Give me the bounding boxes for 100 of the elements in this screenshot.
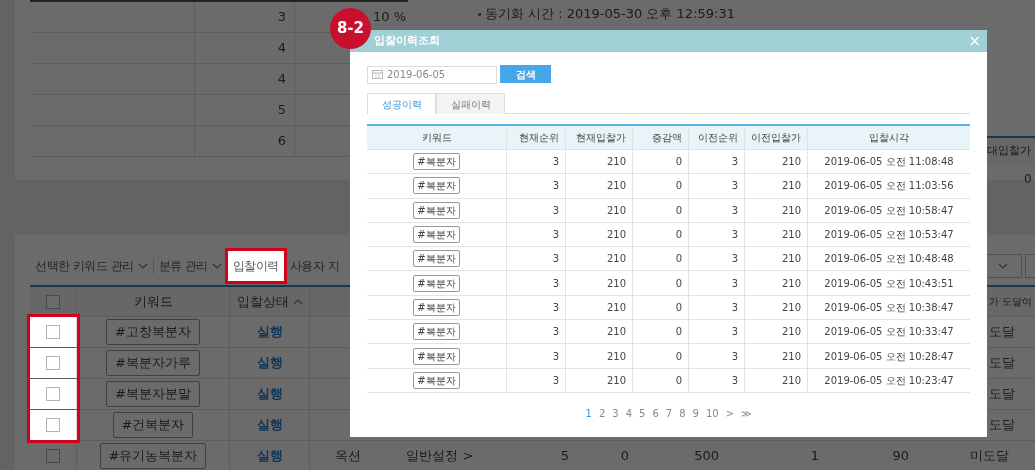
- table-cell-text: 3: [731, 325, 738, 340]
- column-header[interactable]: 입찰상태: [236, 291, 289, 312]
- tab[interactable]: 성공이력: [367, 93, 436, 114]
- table-cell-text: 210: [781, 276, 801, 291]
- keyword-tag[interactable]: #복분자: [413, 201, 460, 219]
- table-cell-text: 0: [675, 349, 682, 364]
- keyword-tag[interactable]: #복분자: [413, 177, 460, 195]
- dropdown-button[interactable]: 분류 관리: [153, 251, 227, 281]
- keyword-tag[interactable]: #건복분자: [112, 412, 194, 438]
- table-cell-text: 3: [731, 228, 738, 243]
- table-cell-text: 210: [781, 373, 801, 388]
- table-cell-text: 210: [606, 276, 626, 291]
- keyword-tag[interactable]: #복분자: [413, 298, 460, 316]
- table-cell-text: 0: [675, 228, 682, 243]
- last-page-link[interactable]: ≫: [741, 405, 752, 421]
- page-link[interactable]: 9: [692, 405, 699, 421]
- tab[interactable]: 실패이력: [436, 93, 505, 114]
- column-header[interactable]: 키워드: [133, 291, 173, 312]
- table-cell-text: 3: [731, 373, 738, 388]
- keyword-tag[interactable]: #복분자: [413, 347, 460, 365]
- select-field[interactable]: [1025, 254, 1035, 278]
- status-link[interactable]: 실행: [256, 353, 283, 373]
- table-cell-text: 5: [277, 101, 286, 120]
- table-cell-text: 2019-06-05 오전 10:38:47: [824, 300, 954, 315]
- setting-link[interactable]: 일반설정 >: [406, 446, 474, 466]
- table-cell-text: 3: [277, 8, 286, 27]
- checkbox[interactable]: [46, 325, 60, 339]
- page-link[interactable]: 3: [612, 405, 619, 421]
- table-cell-text: 도달: [989, 385, 1015, 404]
- status-link[interactable]: 실행: [256, 415, 283, 435]
- checkbox[interactable]: [46, 449, 60, 463]
- page-link[interactable]: 8: [679, 405, 686, 421]
- table-cell-text: 0: [1024, 171, 1032, 188]
- page-link[interactable]: 1: [585, 405, 592, 421]
- highlight-frame: [224, 248, 287, 284]
- page-link[interactable]: 5: [639, 405, 646, 421]
- table-cell-text: 10 %: [372, 8, 406, 27]
- table-cell-text: 0: [675, 373, 682, 388]
- column-header: 이전순위: [698, 131, 738, 145]
- table-cell-text: 3: [552, 228, 559, 243]
- table-cell-text: 0: [675, 203, 682, 218]
- table-cell-text: 210: [781, 300, 801, 315]
- keyword-tag[interactable]: #복분자: [413, 226, 460, 244]
- table-cell-text: 3: [552, 179, 559, 194]
- page-link[interactable]: 4: [625, 405, 632, 421]
- search-button[interactable]: 검색: [500, 65, 551, 83]
- table-cell-text: 3: [552, 252, 559, 267]
- column-header: 현재입찰가: [576, 131, 626, 145]
- table-cell-text: 2019-06-05 오전 10:33:47: [824, 325, 954, 340]
- toolbar-button[interactable]: 입찰이력: [227, 251, 284, 281]
- checkbox[interactable]: [46, 418, 60, 432]
- sync-time-text: 동기화 시간 : 2019-05-30 오후 12:59:31: [485, 5, 735, 24]
- table-cell-text: 도달: [989, 354, 1015, 373]
- status-link[interactable]: 실행: [256, 446, 283, 466]
- next-page-link[interactable]: >: [725, 405, 734, 421]
- toolbar-button[interactable]: 사용자 지: [284, 251, 345, 281]
- page-link[interactable]: 7: [665, 405, 673, 421]
- page-link[interactable]: 10: [705, 405, 719, 421]
- keyword-tag[interactable]: #복분자가루: [106, 350, 200, 376]
- table-cell-text: 4: [277, 39, 286, 58]
- table-cell-text: 210: [606, 155, 626, 170]
- status-link[interactable]: 실행: [256, 322, 283, 342]
- checkbox[interactable]: [46, 294, 60, 309]
- table-cell-text: 5: [560, 447, 569, 466]
- table-cell-text: 3: [731, 349, 738, 364]
- table-cell-text: 210: [781, 252, 801, 267]
- keyword-tag[interactable]: #복분자분말: [106, 381, 200, 407]
- checkbox[interactable]: [46, 356, 60, 370]
- page-link[interactable]: 2: [598, 405, 606, 421]
- table-cell-text: 0: [675, 155, 682, 170]
- status-link[interactable]: 실행: [256, 384, 283, 404]
- column-header: 대입찰가: [987, 142, 1031, 159]
- table-cell-text: 3: [731, 179, 738, 194]
- bullet-icon: [478, 12, 481, 16]
- keyword-tag[interactable]: #복분자: [413, 274, 460, 292]
- keyword-tag[interactable]: #복분자: [413, 371, 460, 389]
- keyword-tag[interactable]: #복분자: [413, 250, 460, 268]
- table-cell-text: 0: [620, 447, 629, 466]
- column-header: 가 도달여: [989, 295, 1033, 309]
- table-cell-text: 210: [781, 203, 801, 218]
- table-cell-text: 도달: [989, 323, 1015, 342]
- page-link[interactable]: 6: [652, 405, 659, 421]
- checkbox[interactable]: [46, 387, 60, 401]
- table-cell-text: 3: [552, 155, 559, 170]
- table-cell-text: 2019-06-05 오전 10:53:47: [824, 228, 954, 243]
- table-cell-text: 3: [731, 252, 738, 267]
- table-cell-text: 210: [781, 228, 801, 243]
- table-cell-text: 2019-06-05 오전 10:23:47: [824, 373, 954, 388]
- keyword-tag[interactable]: #고창복분자: [106, 319, 200, 345]
- table-cell-text: 3: [552, 203, 559, 218]
- table-cell-text: 0: [675, 325, 682, 340]
- date-field[interactable]: 2019-06-05: [367, 65, 497, 84]
- keyword-tag[interactable]: #유기농복분자: [99, 443, 207, 469]
- table-cell-text: 1: [810, 447, 819, 466]
- table-cell-text: 210: [606, 228, 626, 243]
- table-cell-text: 6: [277, 132, 286, 151]
- keyword-tag[interactable]: #복분자: [413, 323, 460, 341]
- dropdown-button[interactable]: 선택한 키워드 관리: [30, 251, 153, 281]
- column-header: 증감액: [652, 131, 682, 145]
- keyword-tag[interactable]: #복분자: [413, 153, 460, 171]
